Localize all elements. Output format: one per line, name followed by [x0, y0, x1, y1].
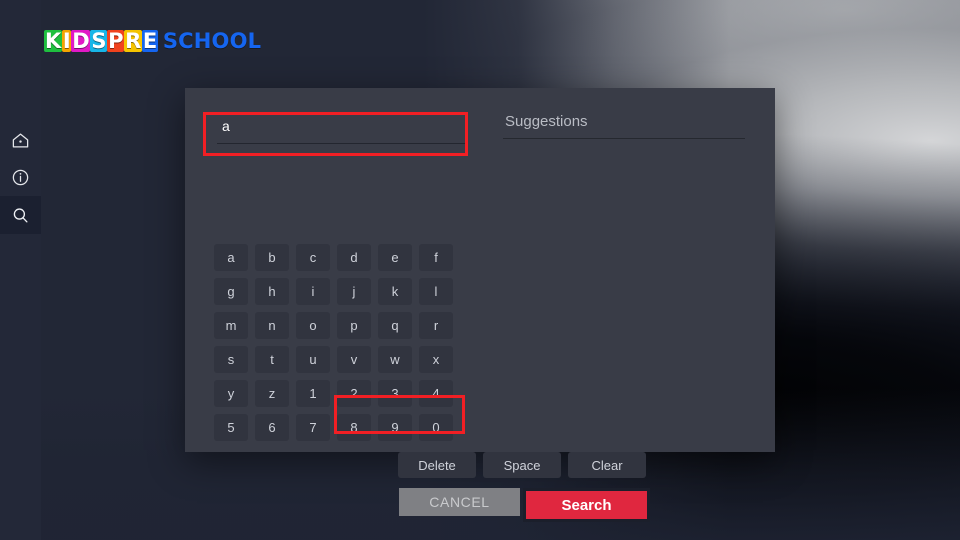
- sidebar-item-search[interactable]: [0, 196, 41, 234]
- key-e[interactable]: e: [378, 244, 412, 271]
- key-s[interactable]: s: [214, 346, 248, 373]
- key-0[interactable]: 0: [419, 414, 453, 441]
- key-t[interactable]: t: [255, 346, 289, 373]
- suggestions-title: Suggestions: [505, 113, 588, 130]
- key-g[interactable]: g: [214, 278, 248, 305]
- search-button[interactable]: Search: [523, 488, 650, 522]
- brand-letter-6: E: [141, 29, 158, 53]
- key-m[interactable]: m: [214, 312, 248, 339]
- sidebar-item-info[interactable]: [0, 158, 41, 196]
- key-z[interactable]: z: [255, 380, 289, 407]
- key-h[interactable]: h: [255, 278, 289, 305]
- key-u[interactable]: u: [296, 346, 330, 373]
- key-3[interactable]: 3: [378, 380, 412, 407]
- key-2[interactable]: 2: [337, 380, 371, 407]
- key-l[interactable]: l: [419, 278, 453, 305]
- key-1[interactable]: 1: [296, 380, 330, 407]
- key-5[interactable]: 5: [214, 414, 248, 441]
- key-4[interactable]: 4: [419, 380, 453, 407]
- key-o[interactable]: o: [296, 312, 330, 339]
- key-x[interactable]: x: [419, 346, 453, 373]
- brand-letter-3: S: [90, 29, 108, 53]
- search-dialog: a a b c d e f g h i j k l m n o p q r s …: [185, 88, 775, 522]
- search-icon: [11, 206, 30, 225]
- brand-letter-5: R: [124, 29, 142, 53]
- keyboard-pane: a: [215, 112, 465, 146]
- key-b[interactable]: b: [255, 244, 289, 271]
- info-icon: [11, 168, 30, 187]
- key-q[interactable]: q: [378, 312, 412, 339]
- key-r[interactable]: r: [419, 312, 453, 339]
- key-a[interactable]: a: [214, 244, 248, 271]
- cancel-button[interactable]: CANCEL: [399, 488, 520, 516]
- key-delete[interactable]: Delete: [398, 452, 476, 478]
- key-8[interactable]: 8: [337, 414, 371, 441]
- suggestions-panel: Suggestions: [503, 112, 745, 145]
- key-n[interactable]: n: [255, 312, 289, 339]
- suggestions-divider: [503, 138, 745, 139]
- brand-letter-0: K: [44, 29, 62, 53]
- key-i[interactable]: i: [296, 278, 330, 305]
- brand-letter-1: I: [61, 29, 72, 53]
- search-input-underline: [217, 143, 465, 144]
- key-d[interactable]: d: [337, 244, 371, 271]
- key-7[interactable]: 7: [296, 414, 330, 441]
- app-root: KIDSPRE SCHOOL a a b c d e f g h i j k l …: [0, 0, 960, 540]
- brand-letter-2: D: [71, 29, 91, 53]
- key-space[interactable]: Space: [483, 452, 561, 478]
- search-input-value: a: [222, 118, 230, 134]
- key-j[interactable]: j: [337, 278, 371, 305]
- key-clear[interactable]: Clear: [568, 452, 646, 478]
- key-y[interactable]: y: [214, 380, 248, 407]
- key-v[interactable]: v: [337, 346, 371, 373]
- key-9[interactable]: 9: [378, 414, 412, 441]
- key-w[interactable]: w: [378, 346, 412, 373]
- sidebar-item-home[interactable]: [0, 121, 41, 159]
- search-input[interactable]: a: [215, 112, 465, 146]
- brand-letter-4: P: [107, 29, 125, 53]
- home-icon: [11, 131, 30, 150]
- brand-word-school: SCHOOL: [162, 29, 262, 53]
- dialog-actions: CANCEL Search: [399, 488, 650, 522]
- key-f[interactable]: f: [419, 244, 453, 271]
- key-6[interactable]: 6: [255, 414, 289, 441]
- key-k[interactable]: k: [378, 278, 412, 305]
- onscreen-keyboard: a b c d e f g h i j k l m n o p q r s t …: [214, 244, 466, 441]
- key-c[interactable]: c: [296, 244, 330, 271]
- sidebar: [0, 0, 41, 540]
- brand-logo: KIDSPRE SCHOOL: [44, 29, 261, 53]
- keyboard-function-row: Delete Space Clear: [398, 452, 646, 478]
- key-p[interactable]: p: [337, 312, 371, 339]
